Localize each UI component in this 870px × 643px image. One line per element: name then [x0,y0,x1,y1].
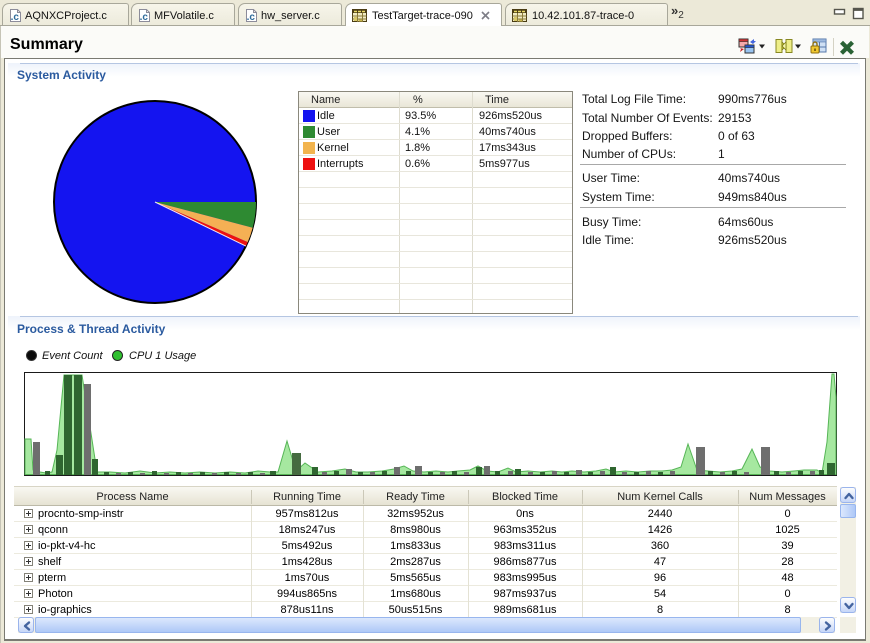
svg-text:.c: .c [140,12,149,23]
svg-text:.c: .c [247,12,256,23]
svg-text:.c: .c [11,12,20,23]
